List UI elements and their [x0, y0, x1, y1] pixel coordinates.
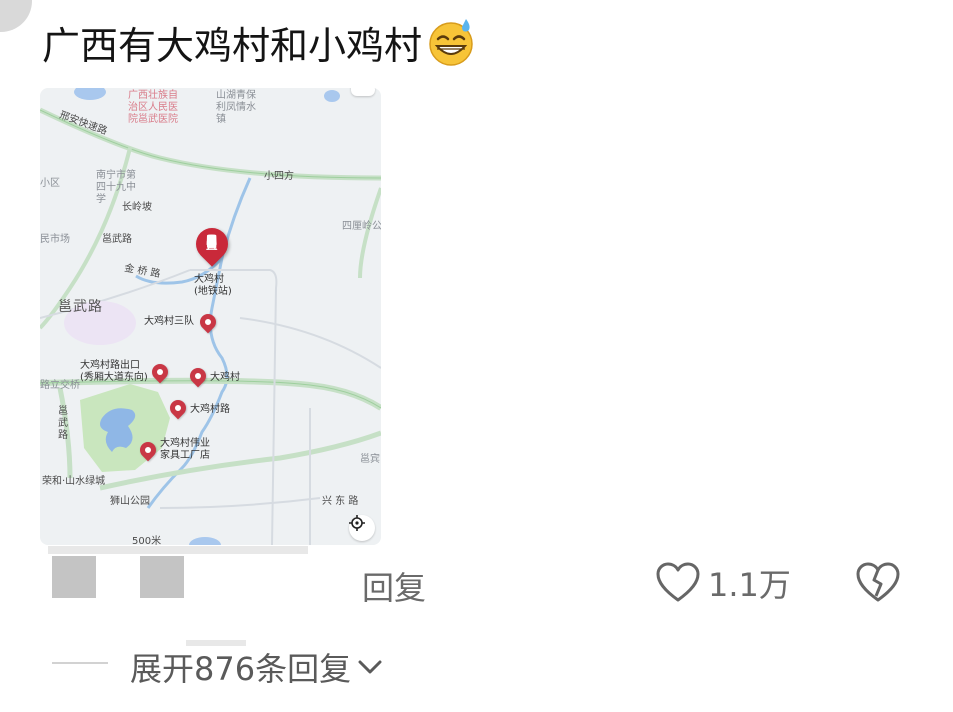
map-label-village[interactable]: 大鸡村 — [210, 372, 240, 384]
map-label-station[interactable]: 大鸡村(地铁站) — [194, 274, 234, 298]
map-label-yongwu-small: 邕武路 — [102, 234, 132, 245]
map-label-market: 民市场 — [40, 234, 70, 245]
comment-body: 广西有大鸡村和小鸡村 — [42, 16, 476, 68]
redacted-block — [52, 556, 96, 598]
map-label-xiaosifang: 小四方 — [264, 171, 294, 182]
redacted-block — [140, 556, 184, 598]
divider — [52, 662, 108, 664]
map-label-hospital: 广西壮族自治区人民医院邕武医院 — [128, 90, 178, 125]
map-label-exit[interactable]: 大鸡村路出口(秀厢大道东向) — [80, 360, 152, 384]
map-label-yongwu-big: 邕武路 — [58, 299, 103, 315]
map-label-school: 南宁市第四十九中学 — [96, 170, 136, 205]
crosshair-icon — [349, 515, 365, 531]
avatar[interactable] — [0, 0, 32, 32]
map-label-town: 山湖青保利凤情水镇 — [216, 90, 256, 125]
map-label-yongwu-v: 邕武路 — [58, 406, 68, 441]
map-label-team3[interactable]: 大鸡村三队 — [144, 316, 194, 328]
redacted-block — [48, 546, 308, 554]
expand-replies-button[interactable]: 展开876条回复 — [130, 644, 383, 690]
grinning-sweat-emoji-icon — [429, 19, 473, 66]
map-scale-label: 500米 — [132, 536, 162, 545]
like-button[interactable]: 1.1万 — [656, 560, 791, 606]
map-label-xiaoqu: 小区 — [40, 178, 60, 189]
map-label-furniture[interactable]: 大鸡村伟业家具工厂店 — [160, 438, 216, 462]
map-card[interactable]: 邢安快速路 广西壮族自治区人民医院邕武医院 山湖青保利凤情水镇 南宁市第四十九中… — [40, 88, 381, 545]
map-label-rongheshan: 荣和·山水绿城 — [42, 476, 106, 487]
locate-button[interactable] — [349, 515, 375, 541]
expand-replies-label: 展开876条回复 — [130, 650, 352, 688]
map-label-changlingpo: 长岭坡 — [122, 202, 152, 213]
map-label-sililing: 四厘岭公 — [342, 221, 381, 232]
reply-button[interactable]: 回复 — [362, 563, 426, 609]
map-label-lizheng: 路立交桥 — [40, 380, 80, 391]
map-label-xingdong: 兴 东 路 — [322, 496, 359, 507]
dislike-button[interactable] — [856, 562, 900, 608]
comment-text: 广西有大鸡村和小鸡村 — [42, 23, 423, 68]
broken-heart-icon — [856, 562, 900, 602]
map-label-road[interactable]: 大鸡村路 — [190, 404, 230, 416]
heart-icon — [656, 562, 700, 602]
map-label-yongbin: 邕宾 — [360, 454, 380, 465]
map-label-shishan: 狮山公园 — [110, 496, 150, 507]
like-count: 1.1万 — [708, 566, 791, 604]
chevron-down-icon — [358, 660, 382, 674]
map-menu-button[interactable] — [351, 88, 375, 96]
